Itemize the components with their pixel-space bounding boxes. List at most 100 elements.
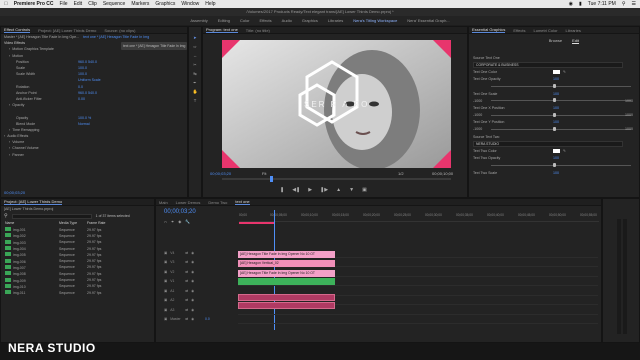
tab-effect-controls[interactable]: Effect Controls: [4, 27, 31, 33]
timeline-tab[interactable]: Main: [159, 200, 168, 205]
step-back-icon[interactable]: ◀❚: [292, 187, 300, 193]
effect-chevron-icon[interactable]: ›: [9, 153, 10, 157]
sequence-line[interactable]: text one * [AE] Hexagon Title Fade In Im…: [83, 35, 149, 39]
menu-window[interactable]: Window: [181, 1, 199, 7]
ec-timecode[interactable]: 00;00;03;20: [4, 190, 25, 195]
menu-clip[interactable]: Clip: [88, 1, 97, 7]
ec-clip-bar[interactable]: text one * [AE] Hexagon Title Fade In Im…: [121, 42, 187, 50]
menu-help[interactable]: Help: [205, 1, 215, 7]
effect-value[interactable]: 100.0: [78, 66, 87, 70]
effect-value[interactable]: 100.0: [78, 72, 87, 76]
track-lock-icon[interactable]: ▣: [164, 251, 167, 255]
eg-slider[interactable]: [491, 114, 631, 116]
track-header[interactable]: ▣ A3 ⇄ ◉: [161, 305, 238, 314]
slider-handle[interactable]: [553, 98, 556, 103]
work-area-bar[interactable]: [239, 222, 275, 224]
sync-lock-icon[interactable]: ⇄: [185, 270, 188, 274]
effect-value[interactable]: 960.0 540.0: [78, 91, 97, 95]
menu-list-icon[interactable]: ☰: [632, 1, 636, 7]
tab-lumetri-color[interactable]: Lumetri Color: [534, 28, 558, 33]
tab-project[interactable]: Project: [AE] Lower Thirds Demo: [38, 28, 96, 33]
effect-value[interactable]: 0.0: [78, 85, 83, 89]
app-menu[interactable]: Premiere Pro CC: [14, 1, 54, 7]
step-forward-icon[interactable]: ❚▶: [320, 187, 328, 193]
program-fit[interactable]: Fit: [262, 171, 266, 176]
export-frame-icon[interactable]: ▣: [362, 187, 367, 193]
mark-in-icon[interactable]: ❚: [280, 187, 284, 193]
battery-icon[interactable]: ▮: [579, 1, 582, 7]
track-lane[interactable]: [238, 285, 598, 286]
track-select-icon[interactable]: ⇨: [193, 44, 198, 49]
program-quality[interactable]: 1/2: [398, 171, 404, 176]
tab-libraries[interactable]: Libraries: [566, 28, 581, 33]
wifi-icon[interactable]: ◉: [569, 1, 573, 7]
eg-value[interactable]: 100: [553, 106, 559, 110]
col-media-type[interactable]: Media Type: [59, 221, 87, 225]
lift-icon[interactable]: ▲: [336, 187, 341, 193]
workspace-graphics[interactable]: Graphics: [302, 18, 318, 23]
track-lock-icon[interactable]: ▣: [164, 298, 167, 302]
track-lock-icon[interactable]: ▣: [164, 317, 167, 321]
effect-value[interactable]: Uniform Scale: [78, 78, 101, 82]
track-header[interactable]: ▣ V2 ⇄ ◉: [161, 267, 238, 276]
effect-chevron-icon[interactable]: ›: [9, 146, 10, 150]
slider-handle[interactable]: [553, 83, 556, 88]
menu-file[interactable]: File: [60, 1, 68, 7]
eg-value[interactable]: 100: [553, 92, 559, 96]
timeline-tab[interactable]: Demo Two: [208, 200, 227, 205]
add-marker-icon[interactable]: ◈: [178, 219, 181, 224]
timeline-tab[interactable]: Lower Demos: [176, 200, 201, 205]
sync-lock-icon[interactable]: ⇄: [185, 289, 188, 293]
track-header[interactable]: ▣ Master ⇄ ◉ 0.0: [161, 315, 238, 324]
timeline-timecode[interactable]: 00;00;03;20: [164, 209, 196, 215]
col-frame-rate[interactable]: Frame Rate: [87, 221, 111, 225]
effect-chevron-icon[interactable]: ›: [9, 47, 10, 51]
effect-value[interactable]: 100.0 %: [78, 116, 91, 120]
menu-markers[interactable]: Markers: [131, 1, 149, 7]
program-video-frame[interactable]: SER R A RO: [222, 40, 451, 168]
effect-value[interactable]: 0.00: [78, 97, 85, 101]
effect-chevron-icon[interactable]: ›: [9, 54, 10, 58]
sync-lock-icon[interactable]: ⇄: [185, 317, 188, 321]
pen-tool-icon[interactable]: ✒: [193, 80, 198, 85]
timeline-clip[interactable]: [AE] Hexagon Title Fade In Img Opener No…: [238, 251, 335, 258]
color-swatch[interactable]: [553, 149, 560, 154]
track-eye-icon[interactable]: ◉: [191, 270, 194, 274]
eg-value[interactable]: 100: [553, 77, 559, 81]
track-header[interactable]: ▣ V1 ⇄ ◉: [161, 277, 238, 286]
tab-source[interactable]: Source: (no clips): [104, 28, 135, 33]
track-eye-icon[interactable]: ◉: [191, 289, 194, 293]
subtab-edit[interactable]: Edit: [572, 38, 579, 44]
timeline-clip[interactable]: [AE] Hexagon Title Fade In Img Opener No…: [238, 270, 335, 277]
workspace-nera-essential[interactable]: Nera' Essential Graph...: [407, 18, 449, 23]
workspace-effects[interactable]: Effects: [260, 18, 272, 23]
timeline-clip[interactable]: [AE] Hexagon Vertical_02: [238, 260, 335, 267]
linked-selection-icon[interactable]: ⚭: [171, 219, 174, 224]
apple-icon[interactable]: : [4, 1, 8, 7]
workspace-nera-titling[interactable]: Nera's Titling Workspace: [353, 18, 397, 23]
program-playhead[interactable]: [270, 176, 273, 182]
slip-tool-icon[interactable]: ↹: [193, 71, 198, 76]
sync-lock-icon[interactable]: ⇄: [185, 298, 188, 302]
eg-slider[interactable]: [491, 128, 631, 130]
audio-clip[interactable]: [238, 302, 335, 309]
track-eye-icon[interactable]: ◉: [191, 279, 194, 283]
eg-slider[interactable]: [491, 100, 631, 102]
workspace-editing[interactable]: Editing: [218, 18, 230, 23]
hand-tool-icon[interactable]: ✋: [193, 89, 198, 94]
track-eye-icon[interactable]: ◉: [191, 317, 194, 321]
timeline-ruler[interactable]: 00;00 00;00;05;00 00;00;10;00 00;00;15;00 00…: [239, 212, 599, 222]
track-eye-icon[interactable]: ◉: [191, 251, 194, 255]
eg-text-field[interactable]: NERA STUDIO: [473, 140, 623, 147]
effect-value[interactable]: Normal: [78, 122, 90, 126]
master-volume[interactable]: 0.0: [205, 317, 210, 321]
project-search-input[interactable]: [11, 213, 92, 219]
tab-effects[interactable]: Effects: [513, 28, 525, 33]
track-lock-icon[interactable]: ▣: [164, 308, 167, 312]
effect-chevron-icon[interactable]: ›: [9, 140, 10, 144]
workspace-color[interactable]: Color: [240, 18, 250, 23]
track-eye-icon[interactable]: ◉: [191, 298, 194, 302]
search-icon[interactable]: ⚲: [622, 1, 626, 7]
selection-tool-icon[interactable]: ➤: [193, 35, 198, 40]
sync-lock-icon[interactable]: ⇄: [185, 260, 188, 264]
